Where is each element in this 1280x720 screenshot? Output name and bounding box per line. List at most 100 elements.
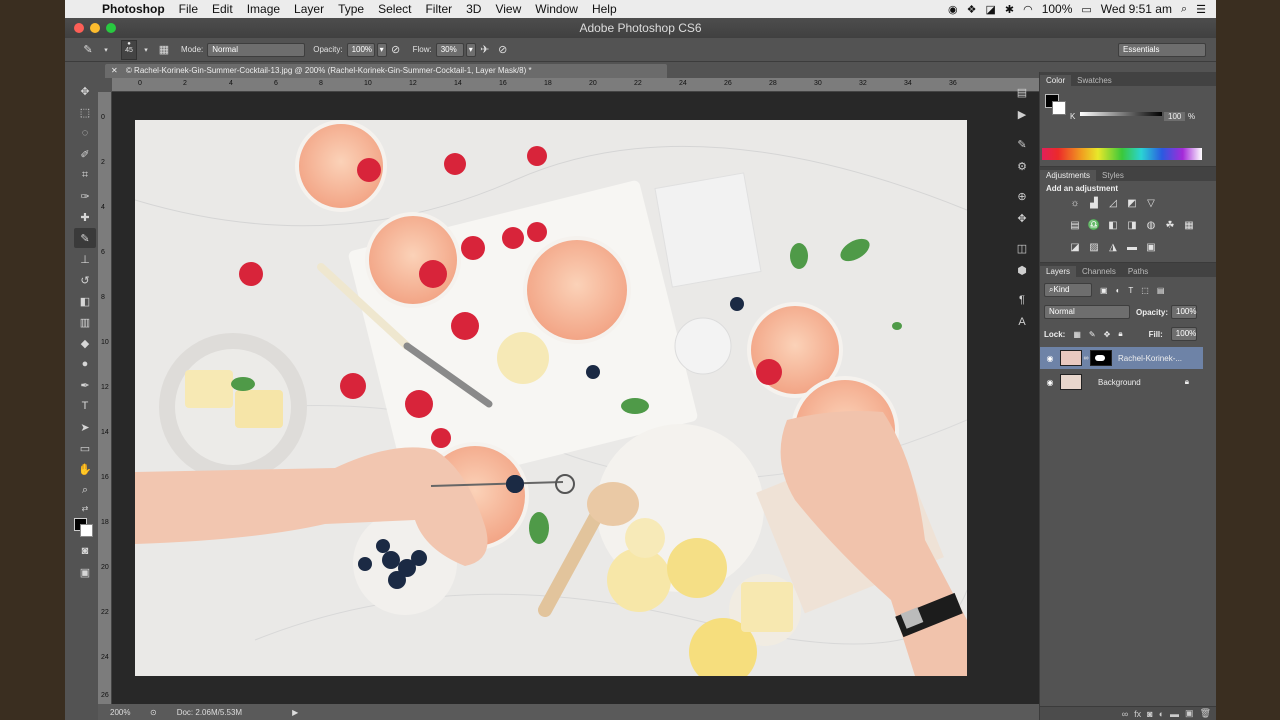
layer-opacity-input[interactable]: 100%	[1171, 305, 1198, 319]
character-panel-icon[interactable]: A	[1011, 312, 1033, 332]
filter-shape-icon[interactable]: ⬚	[1141, 286, 1149, 295]
eyedropper-tool-icon[interactable]: ✑	[74, 186, 96, 206]
fill-input[interactable]: 100%	[1170, 327, 1197, 341]
k-value-input[interactable]: 100	[1164, 112, 1186, 121]
layer-row[interactable]: ◉ Background 🔒︎	[1040, 371, 1203, 393]
layer-mask-thumbnail[interactable]	[1090, 350, 1112, 366]
zoom-level[interactable]: 200%	[110, 708, 150, 717]
menu-type[interactable]: Type	[331, 0, 371, 18]
hue-saturation-icon[interactable]: ♎	[1087, 219, 1101, 231]
swap-colors-icon[interactable]: ⇄	[74, 501, 96, 515]
menu-select[interactable]: Select	[371, 0, 418, 18]
zoom-window-button[interactable]	[106, 23, 116, 33]
flow-input[interactable]: 30%	[435, 42, 464, 57]
lock-image-icon[interactable]: ✎	[1089, 330, 1096, 339]
notification-center-icon[interactable]: ☰	[1196, 3, 1206, 16]
brush-tool-icon[interactable]: ✎	[74, 228, 96, 248]
gradient-map-triangle-icon[interactable]: ▽	[1144, 197, 1158, 209]
clone-source-icon[interactable]: ⊕	[1011, 186, 1033, 206]
dropbox-icon[interactable]: ❖	[967, 3, 977, 16]
layer-mask-link-icon[interactable]: ∞	[1082, 355, 1090, 362]
menubar-clock[interactable]: Wed 9:51 am	[1101, 2, 1172, 16]
color-swatches[interactable]	[70, 516, 100, 540]
record-icon[interactable]: ◉	[948, 3, 958, 16]
posterize-icon[interactable]: ▨	[1087, 241, 1101, 253]
preset-dropdown-icon[interactable]: ▾	[97, 42, 115, 58]
brush-picker-dropdown-icon[interactable]: ▾	[137, 42, 155, 58]
healing-brush-tool-icon[interactable]: ✚	[74, 207, 96, 227]
close-window-button[interactable]	[74, 23, 84, 33]
color-panel-background-swatch[interactable]	[1052, 101, 1066, 115]
levels-icon[interactable]: ▟	[1087, 197, 1101, 209]
layer-row[interactable]: ◉ ∞ Rachel-Korinek-...	[1040, 347, 1203, 369]
3d-panel-icon[interactable]: ⬢	[1011, 260, 1033, 280]
menu-view[interactable]: View	[488, 0, 528, 18]
layer-thumbnail[interactable]	[1060, 374, 1082, 390]
layer-kind-filter[interactable]: ⌕Kind	[1044, 283, 1092, 297]
filter-adjustment-icon[interactable]: ◐	[1116, 286, 1121, 295]
tool-presets-icon[interactable]: ✥	[1011, 208, 1033, 228]
eraser-tool-icon[interactable]: ◧	[74, 291, 96, 311]
document-tab[interactable]: ✕ © Rachel-Korinek-Gin-Summer-Cocktail-1…	[105, 64, 667, 78]
lock-all-icon[interactable]: 🔒︎	[1118, 329, 1122, 339]
filter-type-icon[interactable]: T	[1128, 286, 1133, 295]
menu-layer[interactable]: Layer	[287, 0, 331, 18]
layer-style-fx-icon[interactable]: fx	[1134, 709, 1141, 719]
shape-tool-icon[interactable]: ▭	[74, 438, 96, 458]
menu-file[interactable]: File	[172, 0, 205, 18]
new-adjustment-layer-icon[interactable]: ◐	[1159, 709, 1164, 719]
document-canvas[interactable]	[135, 120, 967, 676]
tab-adjustments[interactable]: Adjustments	[1040, 170, 1097, 181]
link-layers-icon[interactable]: ∞	[1122, 709, 1128, 719]
lasso-tool-icon[interactable]: ◌	[74, 123, 96, 143]
pressure-opacity-icon[interactable]: ⊘	[387, 42, 405, 58]
opacity-input[interactable]: 100%	[346, 42, 375, 57]
color-spectrum-ramp[interactable]	[1042, 148, 1202, 160]
zoom-tool-icon[interactable]: ⌕	[74, 480, 96, 500]
history-panel-icon[interactable]: ▤	[1011, 82, 1033, 102]
photo-filter-icon[interactable]: ◍	[1144, 219, 1158, 231]
marquee-tool-icon[interactable]: ⬚	[74, 102, 96, 122]
layer-visibility-eye-icon[interactable]: ◉	[1040, 378, 1060, 387]
menu-image[interactable]: Image	[240, 0, 287, 18]
opacity-dropdown-icon[interactable]: ▾	[376, 42, 387, 57]
tab-paths[interactable]: Paths	[1122, 266, 1154, 277]
move-tool-icon[interactable]: ✥	[74, 81, 96, 101]
background-color-swatch[interactable]	[80, 524, 93, 537]
channel-mixer-icon[interactable]: ☘	[1163, 219, 1177, 231]
dodge-tool-icon[interactable]: ●	[74, 354, 96, 374]
wifi-icon[interactable]: ◠	[1023, 3, 1033, 16]
crop-tool-icon[interactable]: ⌗	[74, 165, 96, 185]
workspace-select[interactable]: Essentials	[1118, 42, 1206, 57]
menu-window[interactable]: Window	[528, 0, 585, 18]
layer-name[interactable]: Background	[1098, 378, 1141, 387]
gradient-tool-icon[interactable]: ▥	[74, 312, 96, 332]
filter-smart-object-icon[interactable]: ▤	[1157, 286, 1165, 295]
battery-icon[interactable]: ▭	[1081, 3, 1091, 16]
brush-size-picker[interactable]: ● 45	[121, 39, 137, 60]
lock-transparent-icon[interactable]: ▦	[1073, 330, 1081, 339]
menu-edit[interactable]: Edit	[205, 0, 240, 18]
pen-tool-icon[interactable]: ✒	[74, 375, 96, 395]
layer-name[interactable]: Rachel-Korinek-...	[1118, 354, 1182, 363]
tab-channels[interactable]: Channels	[1076, 266, 1122, 277]
type-tool-icon[interactable]: T	[74, 396, 96, 416]
adobe-icon[interactable]: ◪	[985, 3, 995, 16]
close-document-icon[interactable]: ✕	[111, 66, 118, 75]
delete-layer-icon[interactable]: 🗑︎	[1200, 708, 1211, 719]
minimize-window-button[interactable]	[90, 23, 100, 33]
tab-color[interactable]: Color	[1040, 75, 1072, 86]
menu-filter[interactable]: Filter	[418, 0, 459, 18]
actions-panel-icon[interactable]: ▶	[1011, 104, 1033, 124]
canvas-area[interactable]	[112, 92, 1040, 704]
mode-select[interactable]: Normal	[207, 42, 306, 57]
clone-stamp-tool-icon[interactable]: ⊥	[74, 249, 96, 269]
exposure-icon[interactable]: ◩	[1125, 197, 1139, 209]
horizontal-ruler[interactable]: 0 2 4 6 8 10 12 14 16 18 20 22 24 26 28 …	[112, 78, 1040, 92]
path-selection-tool-icon[interactable]: ➤	[74, 417, 96, 437]
brightness-contrast-icon[interactable]: ☼	[1068, 197, 1082, 209]
filter-pixel-icon[interactable]: ▣	[1100, 286, 1108, 295]
history-brush-tool-icon[interactable]: ↺	[74, 270, 96, 290]
curves-icon[interactable]: ◿	[1106, 197, 1120, 209]
selective-color-icon[interactable]: ▣	[1144, 241, 1158, 253]
